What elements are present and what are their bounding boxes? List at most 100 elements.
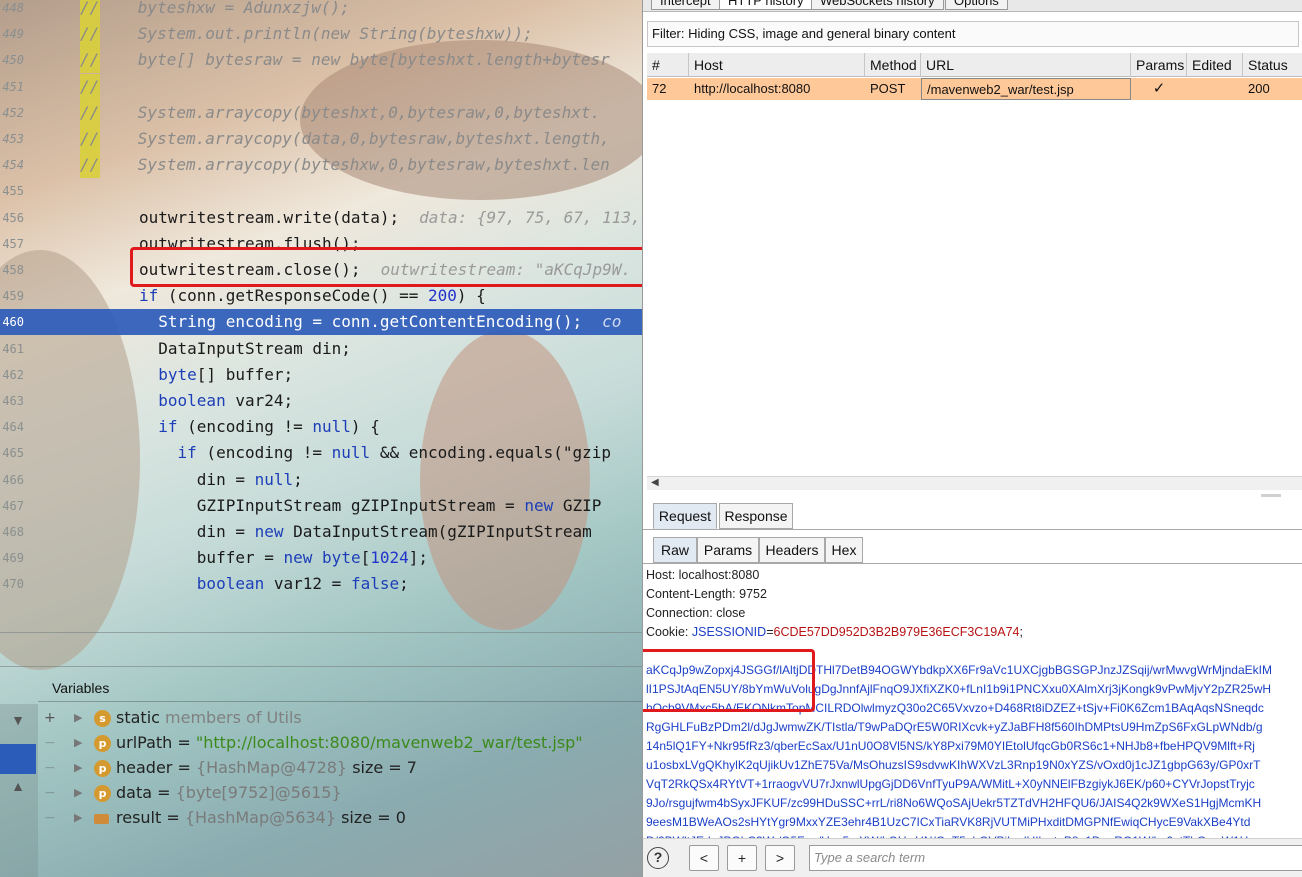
code-text: // byteshxw = Adunxzjw(); <box>80 0 350 17</box>
code-line[interactable]: 456 outwritestream.write(data); data: {97,… <box>0 205 642 231</box>
line-number[interactable]: 461 <box>0 336 24 362</box>
code-line[interactable]: 461 DataInputStream din; <box>0 336 642 362</box>
tab-request[interactable]: Request <box>653 503 717 529</box>
line-number[interactable]: 458 <box>0 257 24 283</box>
tab-response[interactable]: Response <box>719 503 793 529</box>
table-header: # Host Method URL Params Edited Status <box>647 53 1302 77</box>
expand-arrow-icon[interactable]: ▶ <box>74 731 82 755</box>
column-header-url[interactable]: URL <box>921 53 1131 77</box>
expand-arrow-icon[interactable]: ▶ <box>74 806 82 830</box>
help-icon[interactable]: ? <box>647 847 669 869</box>
code-line[interactable]: 468 din = new DataInputStream(gZIPInputS… <box>0 519 642 545</box>
code-line[interactable]: 465 if (encoding != null && encoding.equ… <box>0 440 642 466</box>
code-text: // System.arraycopy(byteshxw,0,bytesraw,… <box>80 155 610 175</box>
variable-row[interactable]: − ▶ p header = {HashMap@4728} size = 7 <box>40 756 640 780</box>
current-execution-line[interactable]: 460 String encoding = conn.getContentEnc… <box>0 309 642 336</box>
remove-icon[interactable]: − <box>44 781 60 805</box>
table-row[interactable]: 72 http://localhost:8080 POST /mavenweb2… <box>647 78 1302 100</box>
column-header-host[interactable]: Host <box>689 53 865 77</box>
line-number[interactable]: 463 <box>0 388 24 414</box>
line-number[interactable]: 465 <box>0 440 24 466</box>
line-number[interactable]: 449 <box>0 21 24 47</box>
column-header-method[interactable]: Method <box>865 53 921 77</box>
remove-icon[interactable]: − <box>44 756 60 780</box>
add-watch-icon[interactable]: + <box>44 706 60 730</box>
code-line[interactable]: 453 // System.arraycopy(data,0,bytesraw,b… <box>0 126 642 152</box>
code-line[interactable]: 467 GZIPInputStream gZIPInputStream = ne… <box>0 493 642 519</box>
search-input[interactable]: Type a search term <box>809 845 1302 871</box>
code-line[interactable]: 463 boolean var24; <box>0 388 642 414</box>
tab-raw[interactable]: Raw <box>653 537 697 563</box>
variable-value: {byte[9752]@5615} <box>175 783 342 802</box>
add-button[interactable]: + <box>727 845 757 871</box>
inline-debug-value: co <box>602 312 622 332</box>
next-match-button[interactable]: > <box>765 845 795 871</box>
code-line[interactable]: 459 if (conn.getResponseCode() == 200) { <box>0 283 642 309</box>
expand-arrow-icon[interactable]: ▶ <box>74 756 82 780</box>
variable-row[interactable]: − ▶ p data = {byte[9752]@5615} <box>40 781 640 805</box>
tab-options[interactable]: Options <box>945 0 1008 10</box>
line-number[interactable]: 467 <box>0 493 24 519</box>
code-line[interactable]: 470 boolean var12 = false; <box>0 571 642 597</box>
expand-arrow-icon[interactable]: ▶ <box>74 781 82 805</box>
line-number[interactable]: 452 <box>0 100 24 126</box>
line-number[interactable]: 450 <box>0 47 24 73</box>
code-line[interactable]: 469 buffer = new byte[1024]; <box>0 545 642 571</box>
line-number[interactable]: 456 <box>0 205 24 231</box>
line-number[interactable]: 457 <box>0 231 24 257</box>
tab-websockets-history[interactable]: WebSockets history <box>811 0 944 10</box>
column-header-status[interactable]: Status <box>1243 53 1302 77</box>
variable-value: "http://localhost:8080/mavenweb2_war/tes… <box>195 733 583 752</box>
code-line[interactable]: 462 byte[] buffer; <box>0 362 642 388</box>
code-line[interactable]: 452 // System.arraycopy(byteshxt,0,bytesr… <box>0 99 642 126</box>
tab-http-history[interactable]: HTTP history <box>719 0 813 10</box>
code-line[interactable]: 451 // <box>0 73 642 100</box>
cookie-name: JSESSIONID <box>691 625 767 639</box>
line-number[interactable]: 462 <box>0 362 24 388</box>
column-header-params[interactable]: Params <box>1131 53 1187 77</box>
line-number[interactable]: 451 <box>0 74 24 100</box>
cookie-value: 6CDE57DD952D3B2B979E36ECF3C19A74 <box>773 625 1020 639</box>
column-header-edited[interactable]: Edited <box>1187 53 1243 77</box>
scroll-left-icon[interactable]: ◀ <box>651 477 659 488</box>
line-number[interactable]: 468 <box>0 519 24 545</box>
code-line[interactable]: 449 // System.out.println(new String(byte… <box>0 21 642 48</box>
line-number[interactable]: 469 <box>0 545 24 571</box>
variables-panel-header: Variables <box>38 676 642 702</box>
code-line[interactable]: 464 if (encoding != null) { <box>0 414 642 440</box>
code-line[interactable]: 466 din = null; <box>0 467 642 493</box>
tab-headers[interactable]: Headers <box>759 537 825 563</box>
line-number[interactable]: 448 <box>0 0 24 21</box>
variable-row[interactable]: − ▶ p urlPath = "http://localhost:8080/mave… <box>40 731 640 755</box>
line-number[interactable]: 455 <box>0 178 24 204</box>
horizontal-scrollbar[interactable]: ◀ <box>647 476 1302 490</box>
variable-row[interactable]: + ▶ s static members of Utils <box>40 706 640 730</box>
remove-icon[interactable]: − <box>44 731 60 755</box>
header-content-length: Content-Length: 9752 <box>646 585 767 604</box>
annotation-highlight-box <box>643 649 815 712</box>
column-header-number[interactable]: # <box>647 53 689 77</box>
variable-row[interactable]: − ▶ result = {HashMap@5634} size = 0 <box>40 806 640 830</box>
code-line[interactable]: 450 // byte[] bytesraw = new byte[byteshx… <box>0 47 642 74</box>
line-number[interactable]: 460 <box>0 309 24 335</box>
line-number[interactable]: 466 <box>0 467 24 493</box>
expand-arrow-icon[interactable]: ▶ <box>74 706 82 730</box>
splitter-handle[interactable] <box>1261 494 1281 497</box>
tab-hex[interactable]: Hex <box>825 537 863 563</box>
line-number[interactable]: 454 <box>0 152 24 178</box>
code-line[interactable]: 455 <box>0 178 642 204</box>
line-number[interactable]: 453 <box>0 126 24 152</box>
filter-bar[interactable]: Filter: Hiding CSS, image and general bi… <box>647 21 1299 47</box>
code-line[interactable]: 454 // System.arraycopy(byteshxw,0,bytesr… <box>0 152 642 179</box>
filter-icon[interactable]: ▼ <box>4 712 32 734</box>
code-line[interactable]: 448 // byteshxw = Adunxzjw(); <box>0 0 642 21</box>
tab-params[interactable]: Params <box>697 537 759 563</box>
tab-intercept[interactable]: Intercept <box>651 0 720 10</box>
line-number[interactable]: 470 <box>0 571 24 597</box>
cookie-equals: = <box>766 625 774 639</box>
remove-icon[interactable]: − <box>44 806 60 830</box>
previous-match-button[interactable]: < <box>689 845 719 871</box>
line-number[interactable]: 464 <box>0 414 24 440</box>
up-icon[interactable]: ▲ <box>4 778 32 800</box>
line-number[interactable]: 459 <box>0 283 24 309</box>
